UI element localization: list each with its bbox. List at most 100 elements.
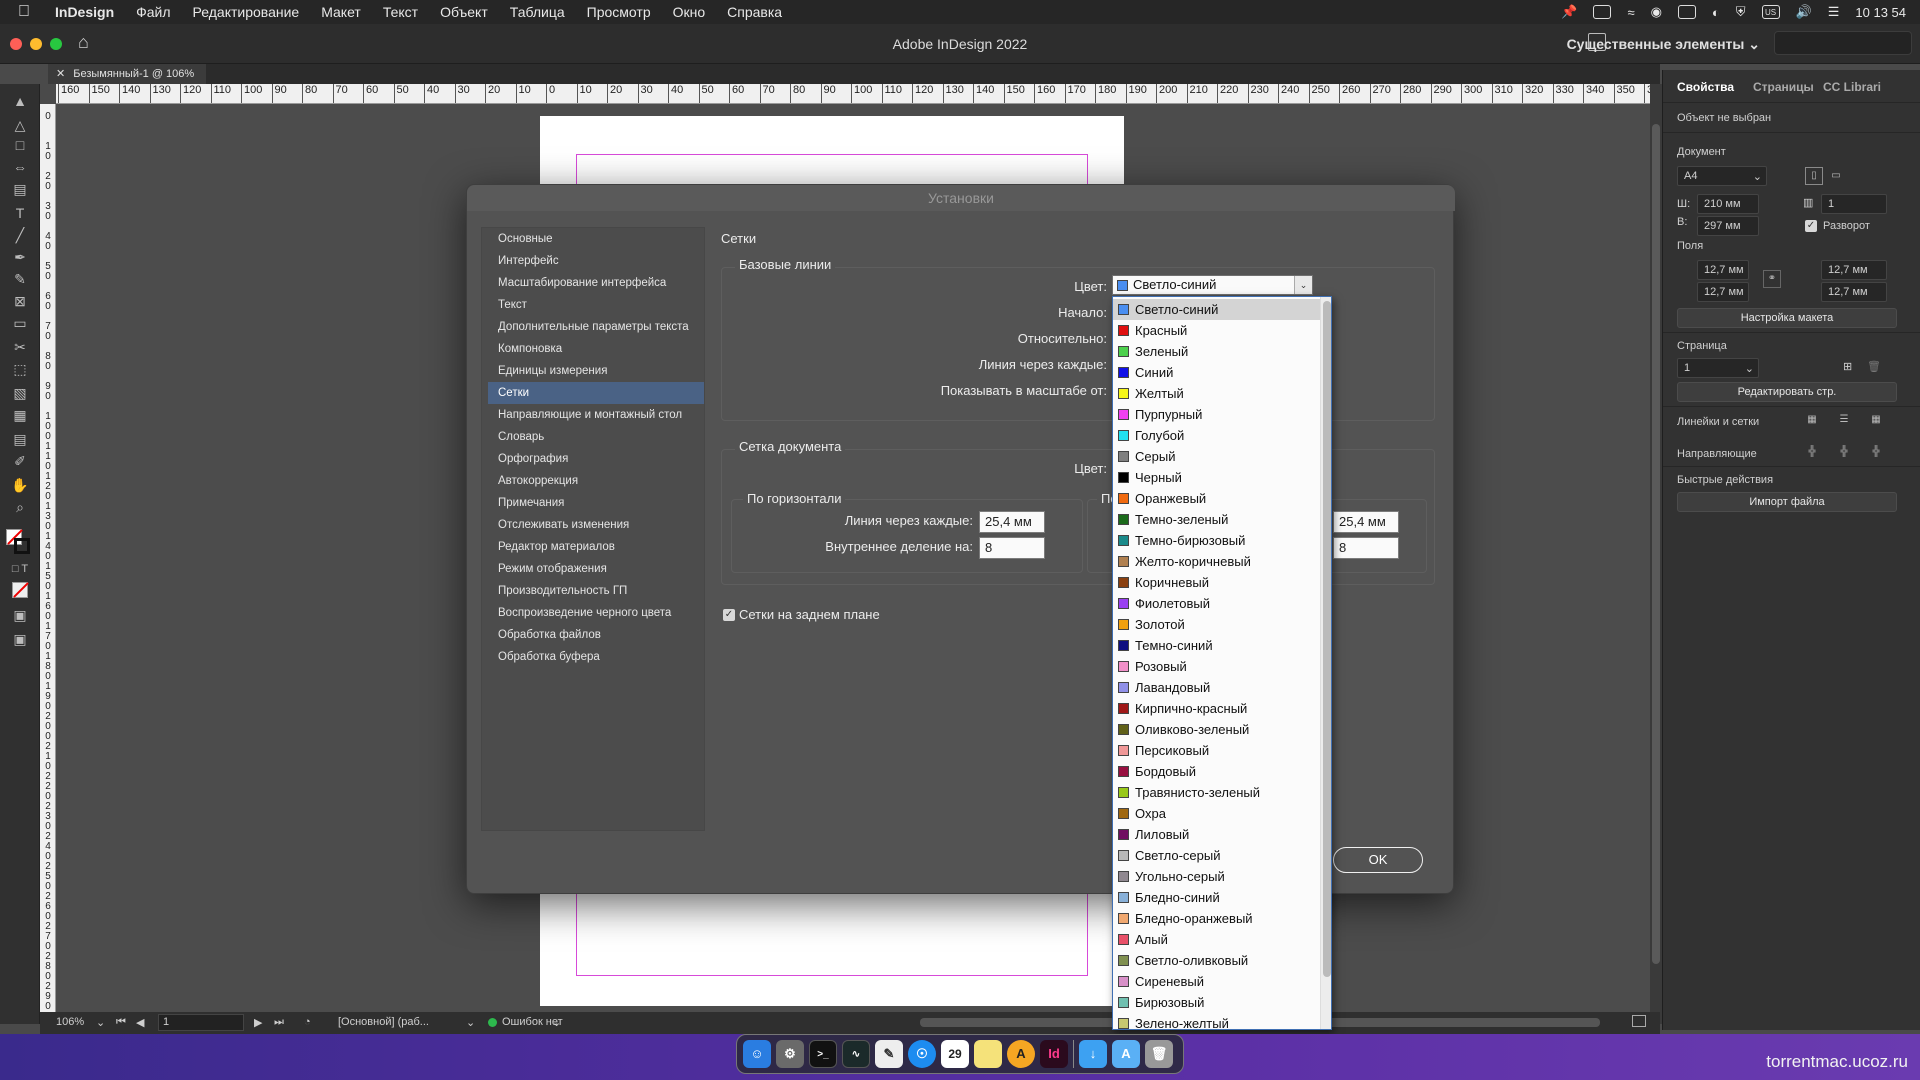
menu-type[interactable]: Текст [372,4,429,20]
smart-guides-icon[interactable]: ╬ [1867,444,1885,462]
indesign-icon[interactable]: Id [1040,1040,1068,1068]
color-option[interactable]: Алый [1113,929,1320,950]
search-field[interactable] [1774,31,1912,55]
page-select[interactable]: 1 ⌄ [1677,358,1759,378]
category-file-handling[interactable]: Обработка файлов [488,624,704,646]
rectangle-tool-icon[interactable]: ▭ [10,314,30,332]
color-option[interactable]: Оливково-зеленый [1113,719,1320,740]
vertical-ruler[interactable]: 01 02 03 04 05 06 07 08 09 01 0 01 1 01 … [40,104,56,1024]
edit-page-button[interactable]: Редактировать стр. [1677,382,1897,402]
pen-tool-icon[interactable]: ✒ [10,248,30,266]
apple-icon[interactable]:  [0,3,44,21]
menu-app-name[interactable]: InDesign [44,4,125,20]
menu-table[interactable]: Таблица [499,4,576,20]
dropdown-scrollbar[interactable] [1320,297,1331,1029]
color-option[interactable]: Бледно-синий [1113,887,1320,908]
menu-object[interactable]: Объект [429,4,499,20]
category-black[interactable]: Воспроизведение черного цвета [488,602,704,624]
color-option[interactable]: Угольно-серый [1113,866,1320,887]
color-option[interactable]: Желтый [1113,383,1320,404]
link-margins-icon[interactable]: ⚭ [1763,270,1781,288]
color-option[interactable]: Сиреневый [1113,971,1320,992]
category-general[interactable]: Основные [488,228,704,250]
category-ui-scaling[interactable]: Масштабирование интерфейса [488,272,704,294]
zoom-chevron-icon[interactable]: ⌄ [96,1016,105,1029]
profile-chevron-icon[interactable]: ⌄ [466,1016,475,1029]
category-dictionary[interactable]: Словарь [488,426,704,448]
translate-icon[interactable]: ≈ [1627,5,1634,20]
color-option[interactable]: Голубой [1113,425,1320,446]
color-option[interactable]: Фиолетовый [1113,593,1320,614]
margin-top-field[interactable]: 12,7 мм [1697,260,1749,280]
guides-icon[interactable]: ╬ [1803,444,1821,462]
menu-help[interactable]: Справка [716,4,793,20]
color-option[interactable]: Бледно-оранжевый [1113,908,1320,929]
vertical-subdivisions-field[interactable]: 8 [1333,537,1399,559]
tab-cc-libraries[interactable]: CC Librari [1823,80,1881,94]
document-tab[interactable]: ✕ Безымянный-1 @ 106% [48,64,207,84]
horizontal-subdivisions-field[interactable]: 8 [979,537,1045,559]
color-option[interactable]: Зелено-желтый [1113,1013,1320,1029]
color-option[interactable]: Охра [1113,803,1320,824]
control-center-icon[interactable]: ☰ [1828,4,1840,20]
next-page-icon[interactable]: ▶ [254,1016,262,1029]
color-option[interactable]: Красный [1113,320,1320,341]
gap-tool-icon[interactable]: ⇔ [10,158,30,176]
menu-file[interactable]: Файл [125,4,181,20]
downloads-folder-icon[interactable]: ↓ [1079,1040,1107,1068]
category-track-changes[interactable]: Отслеживать изменения [488,514,704,536]
preflight-profile[interactable]: [Основной] (раб... [338,1016,429,1028]
line-tool-icon[interactable]: ╱ [10,226,30,244]
shield-icon[interactable]: ⛨ [1736,4,1746,20]
category-units[interactable]: Единицы измерения [488,360,704,382]
color-option[interactable]: Коричневый [1113,572,1320,593]
category-clipboard[interactable]: Обработка буфера [488,646,704,668]
height-field[interactable]: 297 мм [1697,216,1759,236]
margin-right-field[interactable]: 12,7 мм [1821,282,1887,302]
color-option[interactable]: Золотой [1113,614,1320,635]
category-autocorrect[interactable]: Автокоррекция [488,470,704,492]
note-tool-icon[interactable]: ▤ [10,430,30,448]
color-option[interactable]: Светло-серый [1113,845,1320,866]
color-option[interactable]: Черный [1113,467,1320,488]
color-option[interactable]: Синий [1113,362,1320,383]
menu-edit[interactable]: Редактирование [182,4,311,20]
category-interface[interactable]: Интерфейс [488,250,704,272]
chevron-down-icon[interactable]: ⌄ [1294,276,1312,294]
color-option[interactable]: Светло-оливковый [1113,950,1320,971]
margin-left-field[interactable]: 12,7 мм [1821,260,1887,280]
tab-pages[interactable]: Страницы [1753,80,1814,94]
scrollbar-thumb[interactable] [1652,124,1660,964]
category-gpu[interactable]: Производительность ГП [488,580,704,602]
activity-monitor-icon[interactable]: ∿ [842,1040,870,1068]
vertical-scrollbar[interactable] [1650,84,1662,1024]
category-composition[interactable]: Компоновка [488,338,704,360]
category-spelling[interactable]: Орфография [488,448,704,470]
lock-guides-icon[interactable]: ╬ [1835,444,1853,462]
system-preferences-icon[interactable]: ⚙ [776,1040,804,1068]
notes-icon[interactable] [974,1040,1002,1068]
category-guides[interactable]: Направляющие и монтажный стол [488,404,704,426]
add-page-icon[interactable]: ⊞ [1843,360,1852,373]
split-view-icon[interactable] [1632,1015,1646,1027]
gradient-feather-tool-icon[interactable]: ▦ [10,406,30,424]
color-option[interactable]: Лавандовый [1113,677,1320,698]
category-notes[interactable]: Примечания [488,492,704,514]
page-size-select[interactable]: A4 ⌄ [1677,166,1767,186]
calendar-icon[interactable]: 29 [941,1040,969,1068]
gradient-tool-icon[interactable]: ▧ [10,384,30,402]
category-grids[interactable]: Сетки [488,382,704,404]
direct-selection-tool-icon[interactable]: △ [10,116,30,134]
volume-icon[interactable]: 🔊 [1796,4,1812,20]
baseline-color-select[interactable]: Светло-синий ⌄ [1112,275,1313,295]
margin-bottom-field[interactable]: 12,7 мм [1697,282,1749,302]
close-icon[interactable]: ✕ [56,68,65,80]
pencil-tool-icon[interactable]: ✎ [10,270,30,288]
page-number-field[interactable]: 1 [158,1014,244,1031]
color-option[interactable]: Пурпурный [1113,404,1320,425]
category-type[interactable]: Текст [488,294,704,316]
color-option[interactable]: Темно-синий [1113,635,1320,656]
facing-pages-checkbox[interactable]: ✓ [1805,220,1817,232]
zoom-tool-icon[interactable]: ⌕ [10,498,30,516]
selection-tool-icon[interactable]: ▲ [10,92,30,110]
